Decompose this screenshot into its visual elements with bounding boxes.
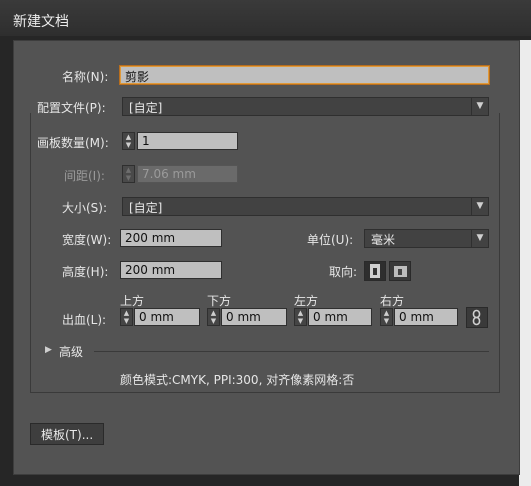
height-label: 高度(H): — [62, 265, 109, 279]
chevron-down-icon: ▼ — [471, 198, 488, 215]
bleed-top-label: 上方 — [120, 294, 145, 308]
spacing-label: 间距(I): — [64, 169, 105, 183]
dialog-title: 新建文档 — [13, 14, 69, 30]
size-label: 大小(S): — [62, 201, 108, 215]
width-input[interactable]: 200 mm — [120, 229, 222, 247]
bleed-right-input[interactable]: 0 mm — [394, 308, 458, 326]
background-window-edge — [519, 40, 531, 486]
size-dropdown[interactable]: [自定] ▼ — [122, 197, 489, 216]
dialog-window: 新建文档 名称(N): 剪影 配置文件(P): [自定] ▼ 画板数量(M): … — [0, 0, 531, 486]
bleed-label: 出血(L): — [62, 313, 107, 327]
template-button[interactable]: 模板(T)... — [30, 423, 105, 445]
units-dropdown[interactable]: 毫米 ▼ — [364, 229, 489, 248]
title-bar[interactable]: 新建文档 — [0, 0, 531, 36]
bleed-link-button[interactable] — [466, 307, 488, 328]
bleed-left-input[interactable]: 0 mm — [308, 308, 372, 326]
bleed-top-input[interactable]: 0 mm — [134, 308, 200, 326]
bleed-left-stepper[interactable]: ▲ ▼ — [294, 308, 307, 326]
spacing-input: 7.06 mm — [137, 165, 238, 183]
portrait-orientation-button[interactable] — [364, 261, 386, 281]
units-label: 单位(U): — [307, 233, 354, 247]
dialog-content: 名称(N): 剪影 配置文件(P): [自定] ▼ 画板数量(M): ▲ ▼ 1 … — [13, 40, 520, 475]
bleed-left-label: 左方 — [294, 294, 319, 308]
landscape-orientation-icon — [394, 266, 407, 277]
advanced-toggle[interactable]: 高级 — [59, 343, 83, 360]
bleed-right-stepper[interactable]: ▲ ▼ — [380, 308, 393, 326]
spacing-stepper: ▲ ▼ — [122, 165, 135, 183]
chain-link-icon — [472, 309, 481, 326]
artboard-count-input[interactable]: 1 — [137, 132, 238, 150]
document-summary: 颜色模式:CMYK, PPI:300, 对齐像素网格:否 — [120, 373, 355, 387]
bleed-bottom-label: 下方 — [207, 294, 232, 308]
bleed-top-stepper[interactable]: ▲ ▼ — [120, 308, 133, 326]
height-input[interactable]: 200 mm — [120, 261, 222, 279]
advanced-divider — [94, 351, 489, 352]
name-input[interactable]: 剪影 — [120, 66, 489, 84]
bleed-right-label: 右方 — [380, 294, 405, 308]
bleed-bottom-input[interactable]: 0 mm — [221, 308, 287, 326]
width-label: 宽度(W): — [62, 233, 112, 247]
chevron-right-icon[interactable]: ▶ — [45, 345, 52, 355]
bleed-bottom-stepper[interactable]: ▲ ▼ — [207, 308, 220, 326]
size-value: [自定] — [129, 201, 163, 215]
orientation-label: 取向: — [329, 265, 358, 279]
artboard-count-stepper[interactable]: ▲ ▼ — [122, 132, 135, 150]
portrait-orientation-icon — [370, 264, 380, 278]
landscape-orientation-button[interactable] — [389, 261, 411, 281]
units-value: 毫米 — [371, 233, 396, 247]
name-label: 名称(N): — [62, 70, 109, 84]
chevron-down-icon: ▼ — [471, 230, 488, 247]
artboard-count-label: 画板数量(M): — [37, 136, 109, 150]
